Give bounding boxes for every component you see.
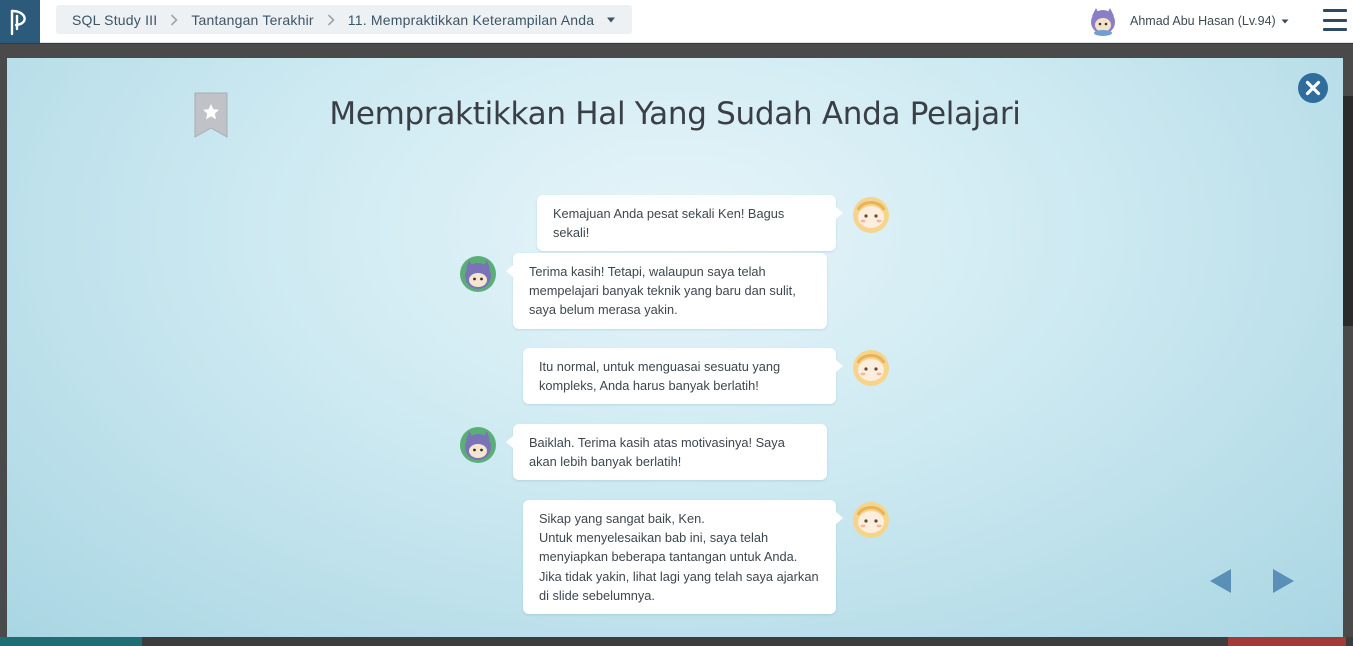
ken-avatar-icon [460,256,496,292]
next-arrow-icon[interactable] [1270,568,1296,594]
chevron-right-icon [170,13,178,26]
user-name[interactable]: Ahmad Abu Hasan (Lv.94) [1130,14,1276,28]
backdrop-bottom-strip [0,637,1353,646]
breadcrumb: SQL Study III Tantangan Terakhir 11. Mem… [56,5,633,34]
chat-bubble-mentor: Kemajuan Anda pesat sekali Ken! Bagus se… [537,195,843,252]
backdrop-red-block [1228,637,1346,646]
top-bar: SQL Study III Tantangan Terakhir 11. Mem… [0,0,1353,43]
prev-arrow-icon[interactable] [1208,568,1234,594]
hamburger-menu-icon[interactable] [1323,9,1347,31]
mentor-avatar-icon [853,350,889,386]
mentor-avatar-icon [853,502,889,538]
backdrop-teal-block [0,637,142,646]
lesson-modal: Mempraktikkan Hal Yang Sudah Anda Pelaja… [7,58,1343,637]
chat-bubble-ken: Terima kasih! Tetapi, walaupun saya tela… [506,253,827,329]
logo-icon[interactable] [0,0,40,43]
modal-title: Mempraktikkan Hal Yang Sudah Anda Pelaja… [329,96,1021,132]
chat-bubble-mentor: Itu normal, untuk menguasai sesuatu yang… [523,348,843,405]
caret-down-icon[interactable] [1281,19,1289,24]
breadcrumb-item-lesson[interactable]: 11. Mempraktikkan Keterampilan Anda [348,12,594,28]
breadcrumb-item-chapter[interactable]: Tantangan Terakhir [191,12,313,28]
chevron-right-icon [327,13,335,26]
close-icon[interactable] [1297,72,1329,104]
mentor-avatar-icon [853,197,889,233]
chat-bubble-ken: Baiklah. Terima kasih atas motivasinya! … [506,424,827,481]
caret-down-icon[interactable] [606,17,616,23]
ken-avatar-icon [460,427,496,463]
breadcrumb-item-course[interactable]: SQL Study III [72,12,157,28]
chat-bubble-mentor: Sikap yang sangat baik, Ken. Untuk menye… [523,500,843,615]
backdrop-right-panel [1343,96,1353,326]
user-menu[interactable]: Ahmad Abu Hasan (Lv.94) [1088,6,1289,36]
user-avatar-icon [1091,8,1115,36]
